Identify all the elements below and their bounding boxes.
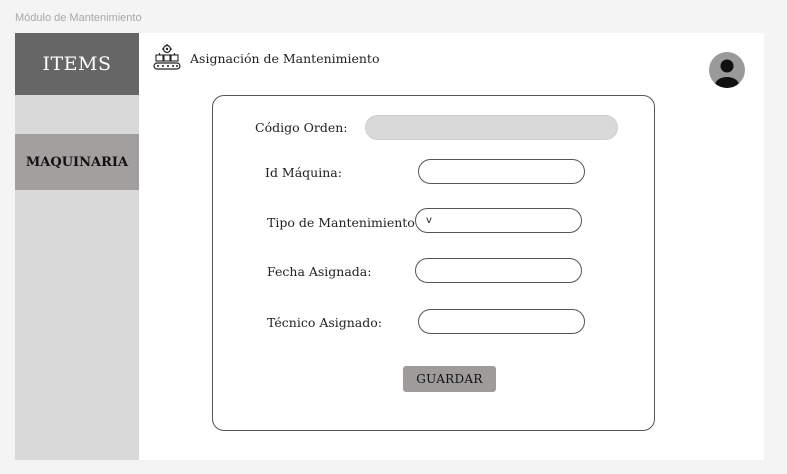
sidebar-items-header[interactable]: ITEMS	[15, 33, 139, 95]
codigo-orden-label: Código Orden:	[255, 120, 348, 135]
app-canvas: ITEMS MAQUINARIA Asignación de Mantenimi…	[15, 33, 764, 460]
tipo-mantenimiento-label: Tipo de Mantenimiento	[267, 215, 415, 230]
window-title: Módulo de Mantenimiento	[15, 12, 142, 24]
sidebar-item-maquinaria[interactable]: MAQUINARIA	[15, 134, 139, 190]
save-button[interactable]: GUARDAR	[403, 366, 496, 392]
assignment-form: Código Orden: Id Máquina: Tipo de Manten…	[212, 95, 655, 431]
id-maquina-field[interactable]	[418, 159, 585, 184]
id-maquina-label: Id Máquina:	[265, 165, 342, 180]
tecnico-asignado-label: Técnico Asignado:	[267, 315, 382, 330]
tecnico-asignado-field[interactable]	[418, 309, 585, 334]
tipo-mantenimiento-select[interactable]: v	[415, 208, 582, 233]
factory-gear-icon	[153, 44, 181, 70]
page-title: Asignación de Mantenimiento	[190, 51, 380, 66]
fecha-asignada-field[interactable]	[415, 258, 582, 283]
fecha-asignada-label: Fecha Asignada:	[267, 264, 372, 279]
sidebar: ITEMS MAQUINARIA	[15, 33, 139, 460]
codigo-orden-field	[365, 115, 618, 140]
user-avatar-icon[interactable]	[709, 52, 745, 88]
